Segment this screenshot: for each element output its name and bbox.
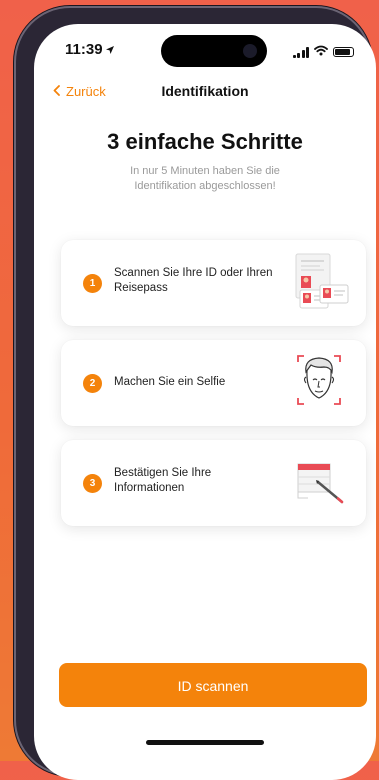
wifi-icon <box>314 43 328 61</box>
step-label: Bestätigen Sie Ihre Informationen <box>114 467 212 494</box>
location-arrow-icon <box>105 42 115 60</box>
status-bar: 11:39 <box>34 24 376 74</box>
step-number-badge: 2 <box>83 374 102 393</box>
step-card-1: 1 Scannen Sie Ihre ID oder Ihren Reisepa… <box>61 240 366 326</box>
scan-id-button[interactable]: ID scannen <box>59 663 367 707</box>
phone-frame: 11:39 Zurück Identifikation 3 einfache S… <box>14 6 376 780</box>
cellular-signal-icon <box>292 46 309 58</box>
step-card-2: 2 Machen Sie ein Selfie <box>61 340 366 426</box>
app-screen: 11:39 Zurück Identifikation 3 einfache S… <box>34 24 376 780</box>
home-indicator <box>146 740 264 745</box>
step-label: Machen Sie ein Selfie <box>114 376 226 388</box>
page-headline: 3 einfache Schritte <box>107 129 303 154</box>
page-subtitle: In nur 5 Minuten haben Sie die Identifik… <box>130 165 280 192</box>
confirm-form-icon <box>286 452 352 514</box>
battery-icon <box>333 47 354 57</box>
selfie-face-icon <box>286 352 352 414</box>
step-number-badge: 3 <box>83 474 102 493</box>
nav-title: Identifikation <box>161 83 249 99</box>
step-card-3: 3 Bestätigen Sie Ihre Informationen <box>61 440 366 526</box>
nav-bar: Zurück Identifikation <box>34 82 376 112</box>
step-number-badge: 1 <box>83 274 102 293</box>
step-label: Scannen Sie Ihre ID oder Ihren Reisepass <box>114 267 273 294</box>
id-document-icon <box>286 252 352 314</box>
dynamic-island <box>161 35 267 67</box>
status-time: 11:39 <box>65 41 103 58</box>
